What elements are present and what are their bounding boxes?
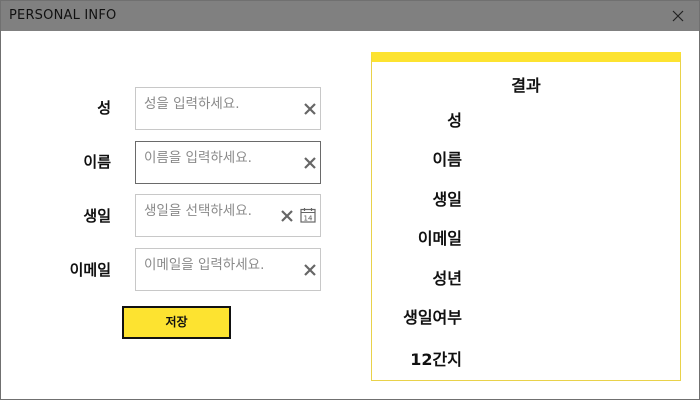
result-key-email: 이메일 xyxy=(417,229,462,248)
result-key-adult: 성년 xyxy=(432,269,462,288)
result-key-last-name: 성 xyxy=(447,111,462,130)
birthday-field-box: 14 xyxy=(135,194,321,237)
email-field-box xyxy=(135,248,321,291)
first-name-label: 이름 xyxy=(83,153,111,171)
result-key-birthday: 생일 xyxy=(432,190,462,209)
result-key-birthday-check: 생일여부 xyxy=(403,308,462,327)
clear-icon[interactable] xyxy=(303,102,317,116)
email-label: 이메일 xyxy=(69,261,111,279)
last-name-label: 성 xyxy=(97,99,111,117)
birthday-input[interactable] xyxy=(144,200,294,222)
birthday-label: 생일 xyxy=(83,207,111,225)
close-button[interactable] xyxy=(667,5,689,27)
clear-icon[interactable] xyxy=(303,263,317,277)
result-title: 결과 xyxy=(511,76,541,95)
window-title: PERSONAL INFO xyxy=(9,8,117,23)
calendar-day-text: 14 xyxy=(304,215,313,223)
email-input[interactable] xyxy=(144,254,294,276)
personal-info-window: PERSONAL INFO 성 이름 생일 14 xyxy=(0,0,700,400)
first-name-input[interactable] xyxy=(144,147,294,169)
result-key-zodiac: 12간지 xyxy=(410,350,462,369)
last-name-input[interactable] xyxy=(144,93,294,115)
clear-icon[interactable] xyxy=(280,209,294,223)
last-name-field-box xyxy=(135,87,321,130)
close-icon xyxy=(672,10,684,22)
clear-icon[interactable] xyxy=(303,156,317,170)
title-bar: PERSONAL INFO xyxy=(1,1,699,31)
result-panel: 결과 성 이름 생일 이메일 성년 생일여부 12간지 xyxy=(371,52,681,381)
result-key-first-name: 이름 xyxy=(432,150,462,169)
first-name-field-box xyxy=(135,141,321,184)
save-button[interactable]: 저장 xyxy=(122,306,231,339)
calendar-icon[interactable]: 14 xyxy=(300,207,316,223)
